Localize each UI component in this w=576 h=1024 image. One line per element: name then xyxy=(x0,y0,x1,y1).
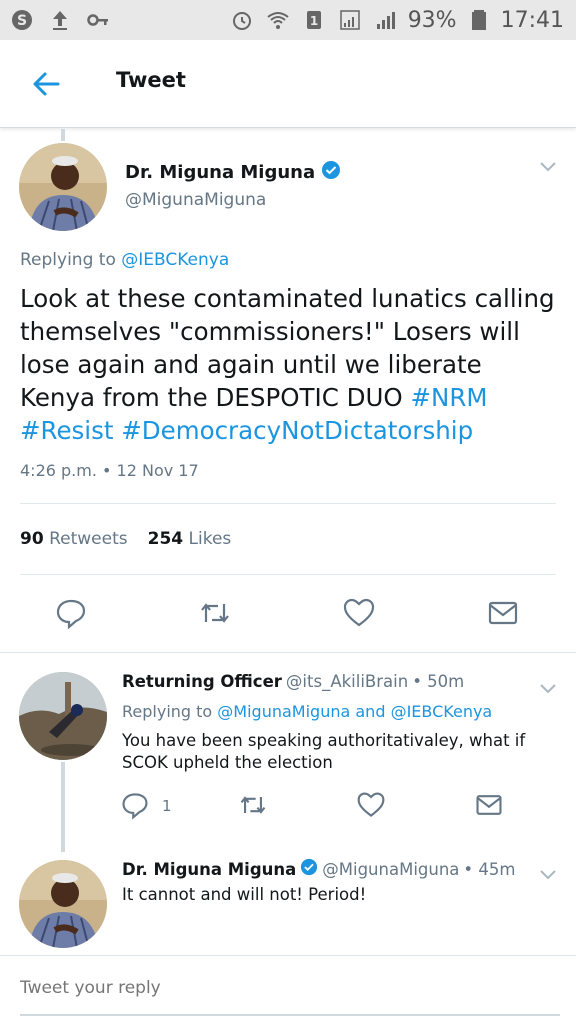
retweet-icon[interactable] xyxy=(238,790,268,820)
hashtag-link[interactable]: #DemocracyNotDictatorship xyxy=(121,416,473,445)
battery-percent: 93% xyxy=(407,7,457,33)
tweet-text: Look at these contaminated lunatics call… xyxy=(20,282,560,447)
replying-and: and xyxy=(355,702,386,721)
reply-text: You have been speaking authoritativaley,… xyxy=(122,731,526,772)
chevron-down-icon[interactable] xyxy=(536,862,560,886)
input-underline xyxy=(20,1014,560,1016)
replying-prefix: Replying to xyxy=(20,250,116,270)
upload-icon xyxy=(46,6,74,34)
author-name[interactable]: Dr. Miguna Miguna xyxy=(125,160,341,185)
reply-author-handle[interactable]: @its_AkiliBrain xyxy=(286,672,408,691)
signal-icon xyxy=(372,6,400,34)
like-heart-icon[interactable] xyxy=(356,790,386,820)
mention-link[interactable]: @IEBCKenya xyxy=(121,250,229,270)
likes-stat[interactable]: 254 Likes xyxy=(148,529,232,549)
reply-author[interactable]: Returning Officer @its_AkiliBrain • 50m xyxy=(122,672,464,691)
reply-count: 1 xyxy=(162,797,172,815)
avatar[interactable] xyxy=(19,143,107,231)
direct-message-icon[interactable] xyxy=(474,790,504,820)
tweet-stats: 90 Retweets 254 Likes xyxy=(20,529,231,549)
alarm-icon xyxy=(228,6,256,34)
reply-author-handle[interactable]: @MigunaMiguna xyxy=(322,860,459,879)
svg-text:S: S xyxy=(17,13,27,29)
back-arrow-icon[interactable] xyxy=(28,66,64,102)
tweet-timestamp: 4:26 p.m. • 12 Nov 17 xyxy=(20,461,199,480)
reply-author[interactable]: Dr. Miguna Miguna @MigunaMiguna • 45m xyxy=(122,858,515,880)
reply-time: • 50m xyxy=(412,672,465,691)
divider xyxy=(0,652,576,653)
reply-text: It cannot and will not! Period! xyxy=(122,885,367,904)
key-icon xyxy=(84,6,112,34)
thread-line xyxy=(61,129,65,141)
direct-message-icon[interactable] xyxy=(486,596,520,630)
thread-line xyxy=(61,762,65,852)
divider xyxy=(20,574,556,575)
reply-input[interactable] xyxy=(20,978,560,998)
chevron-down-icon[interactable] xyxy=(536,154,560,178)
reply-author-name[interactable]: Dr. Miguna Miguna xyxy=(122,860,296,879)
mention-link[interactable]: @IEBCKenya xyxy=(391,702,493,721)
wifi-icon xyxy=(264,6,292,34)
replying-prefix: Replying to xyxy=(122,702,213,721)
divider xyxy=(20,503,556,504)
author-name-text[interactable]: Dr. Miguna Miguna xyxy=(125,162,315,183)
hashtag-link[interactable]: #NRM xyxy=(410,383,487,412)
mention-link[interactable]: @MigunaMiguna xyxy=(217,702,350,721)
chevron-down-icon[interactable] xyxy=(536,676,560,700)
reply-time: • 45m xyxy=(463,859,516,879)
retweets-label: Retweets xyxy=(49,529,128,549)
like-heart-icon[interactable] xyxy=(342,596,376,630)
verified-badge-icon xyxy=(321,160,341,185)
avatar[interactable] xyxy=(19,860,107,948)
retweet-icon[interactable] xyxy=(198,596,232,630)
avatar[interactable] xyxy=(19,672,107,760)
reply-icon[interactable] xyxy=(120,790,150,820)
sim-icon: 1 xyxy=(300,6,328,34)
reply-author-name[interactable]: Returning Officer xyxy=(122,672,282,691)
status-bar: S 1 93% 17:41 xyxy=(0,0,576,40)
skype-icon: S xyxy=(8,6,36,34)
clock: 17:41 xyxy=(500,7,564,33)
replying-to: Replying to @IEBCKenya xyxy=(20,250,229,270)
verified-badge-icon xyxy=(300,858,318,880)
likes-label: Likes xyxy=(188,529,232,549)
retweets-count: 90 xyxy=(20,529,44,549)
signal-icon xyxy=(336,6,364,34)
hashtag-link[interactable]: #Resist xyxy=(20,416,113,445)
reply-composer xyxy=(0,955,576,1024)
battery-icon xyxy=(465,6,493,34)
retweets-stat[interactable]: 90 Retweets xyxy=(20,529,128,549)
replying-to: Replying to @MigunaMiguna and @IEBCKenya xyxy=(122,702,492,721)
likes-count: 254 xyxy=(147,529,184,549)
reply-icon[interactable] xyxy=(54,596,88,630)
page-title: Tweet xyxy=(116,68,186,92)
author-handle[interactable]: @MigunaMiguna xyxy=(125,190,266,210)
svg-text:1: 1 xyxy=(310,14,318,28)
app-bar: Tweet xyxy=(0,40,576,128)
